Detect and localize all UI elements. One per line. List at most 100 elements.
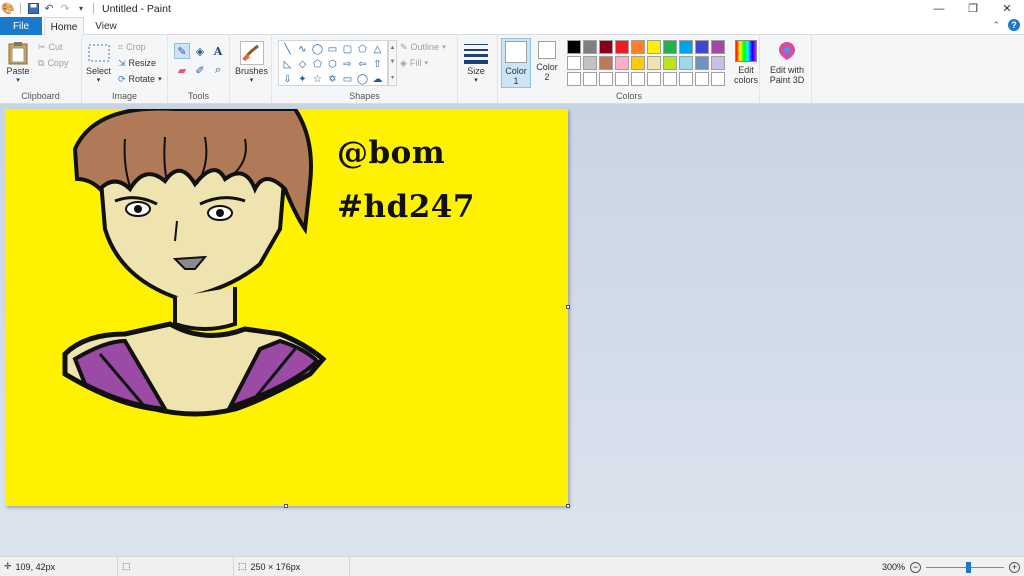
color-swatch[interactable] xyxy=(647,72,661,86)
callout-rectangle-shape-icon[interactable]: ▭ xyxy=(340,72,355,87)
text-icon[interactable]: A xyxy=(210,43,226,59)
color-swatch[interactable] xyxy=(711,56,725,70)
color-swatch[interactable] xyxy=(695,40,709,54)
polygon-shape-icon[interactable]: ⬠ xyxy=(355,42,370,57)
curve-shape-icon[interactable]: ∿ xyxy=(295,42,310,57)
color-swatch[interactable] xyxy=(631,56,645,70)
customize-qat-icon[interactable]: ▾ xyxy=(75,3,87,15)
color-swatch[interactable] xyxy=(567,40,581,54)
color-swatch[interactable] xyxy=(583,56,597,70)
tab-view[interactable]: View xyxy=(88,17,124,35)
cut-button[interactable]: ✂ Cut xyxy=(38,40,63,54)
magnifier-icon[interactable]: ⌕ xyxy=(210,62,226,78)
minimize-icon[interactable]: — xyxy=(922,0,956,17)
expand-gallery-icon[interactable]: ▾ xyxy=(391,74,394,81)
left-arrow-shape-icon[interactable]: ⇦ xyxy=(355,57,370,72)
color1-button[interactable]: Color 1 xyxy=(501,38,531,88)
collapse-ribbon-icon[interactable]: ⌃ xyxy=(992,20,1000,31)
pentagon-shape-icon[interactable]: ⬠ xyxy=(310,57,325,72)
color-swatch[interactable] xyxy=(679,40,693,54)
pencil-icon[interactable]: ✎ xyxy=(174,43,190,59)
drawing-canvas[interactable]: @bom #hd247 xyxy=(5,109,568,506)
close-icon[interactable]: ✕ xyxy=(990,0,1024,17)
undo-icon[interactable]: ↶ xyxy=(43,3,55,15)
oval-shape-icon[interactable]: ◯ xyxy=(310,42,325,57)
color-swatch[interactable] xyxy=(599,72,613,86)
tab-home[interactable]: Home xyxy=(44,17,84,36)
six-point-star-shape-icon[interactable]: ✡ xyxy=(325,72,340,87)
triangle-shape-icon[interactable]: △ xyxy=(370,42,385,57)
color-swatch[interactable] xyxy=(711,72,725,86)
color-swatch[interactable] xyxy=(583,72,597,86)
color-swatch[interactable] xyxy=(599,40,613,54)
rounded-rectangle-shape-icon[interactable]: ▢ xyxy=(340,42,355,57)
color-picker-icon[interactable]: ✐ xyxy=(192,62,208,78)
fill-button[interactable]: ◈ Fill ▾ xyxy=(400,56,428,70)
restore-icon[interactable]: ❐ xyxy=(956,0,990,17)
callout-cloud-shape-icon[interactable]: ☁ xyxy=(370,72,385,87)
tab-file[interactable]: File xyxy=(0,17,42,35)
scroll-down-icon[interactable]: ▼ xyxy=(390,59,396,65)
color-swatch[interactable] xyxy=(679,72,693,86)
up-arrow-shape-icon[interactable]: ⇧ xyxy=(370,57,385,72)
color-swatch[interactable] xyxy=(631,72,645,86)
paint-app-icon[interactable]: 🎨 xyxy=(1,3,15,15)
color-swatch[interactable] xyxy=(695,72,709,86)
resize-button[interactable]: ⇲ Resize xyxy=(118,56,156,70)
resize-handle-corner[interactable] xyxy=(566,504,570,508)
color-swatch[interactable] xyxy=(663,40,677,54)
color-swatch[interactable] xyxy=(631,40,645,54)
scroll-up-icon[interactable]: ▲ xyxy=(390,45,396,51)
redo-icon[interactable]: ↷ xyxy=(59,3,71,15)
right-triangle-shape-icon[interactable]: ◺ xyxy=(280,57,295,72)
color-swatch[interactable] xyxy=(599,56,613,70)
color-swatch[interactable] xyxy=(711,40,725,54)
color-swatch[interactable] xyxy=(647,56,661,70)
color-swatch[interactable] xyxy=(663,72,677,86)
edit-paint3d-button[interactable]: Edit with Paint 3D xyxy=(764,40,810,85)
rotate-button[interactable]: ⟳ Rotate ▾ xyxy=(118,72,162,86)
crop-button[interactable]: ⌗ Crop xyxy=(118,40,146,54)
color-swatch[interactable] xyxy=(615,40,629,54)
size-button[interactable]: Size ▾ xyxy=(464,40,488,84)
resize-handle-bottom[interactable] xyxy=(284,504,288,508)
rectangle-shape-icon[interactable]: ▭ xyxy=(325,42,340,57)
copy-button[interactable]: ⧉ Copy xyxy=(38,56,68,70)
diamond-shape-icon[interactable]: ◇ xyxy=(295,57,310,72)
five-point-star-shape-icon[interactable]: ☆ xyxy=(310,72,325,87)
callout-oval-shape-icon[interactable]: ◯ xyxy=(355,72,370,87)
resize-handle-right[interactable] xyxy=(566,305,570,309)
down-arrow-shape-icon[interactable]: ⇩ xyxy=(280,72,295,87)
shapes-scroll[interactable]: ▲ ▼ ▾ xyxy=(388,40,397,86)
four-point-star-shape-icon[interactable]: ✦ xyxy=(295,72,310,87)
brushes-button[interactable]: Brushes ▾ xyxy=(235,40,268,84)
zoom-out-icon[interactable]: − xyxy=(910,561,921,573)
hexagon-shape-icon[interactable]: ⬡ xyxy=(325,57,340,72)
edit-colors-button[interactable]: Edit colors xyxy=(732,40,760,85)
line-shape-icon[interactable]: ╲ xyxy=(280,42,295,57)
color-swatch[interactable] xyxy=(695,56,709,70)
color-swatch[interactable] xyxy=(567,56,581,70)
color-swatch[interactable] xyxy=(583,40,597,54)
color-swatch[interactable] xyxy=(615,56,629,70)
select-button[interactable]: Select ▾ xyxy=(86,40,111,84)
eraser-icon[interactable]: ▰ xyxy=(174,62,190,78)
color-swatch[interactable] xyxy=(679,56,693,70)
paste-button[interactable]: Paste ▾ xyxy=(6,40,30,84)
color2-button[interactable]: Color 2 xyxy=(534,41,560,82)
fill-bucket-icon[interactable]: ◈ xyxy=(192,43,208,59)
right-arrow-shape-icon[interactable]: ⇨ xyxy=(340,57,355,72)
color-swatch[interactable] xyxy=(615,72,629,86)
save-icon[interactable] xyxy=(27,3,39,15)
canvas-text-handle: @bom xyxy=(337,135,446,171)
color-swatch[interactable] xyxy=(567,72,581,86)
help-icon[interactable]: ? xyxy=(1008,19,1020,31)
color-swatch[interactable] xyxy=(663,56,677,70)
zoom-slider-thumb[interactable] xyxy=(966,561,972,573)
outline-button[interactable]: ✎ Outline ▾ xyxy=(400,40,446,54)
divider xyxy=(93,3,94,14)
zoom-in-icon[interactable]: + xyxy=(1009,561,1020,573)
zoom-slider[interactable] xyxy=(926,561,1004,573)
color-swatch[interactable] xyxy=(647,40,661,54)
canvas-workspace[interactable]: @bom #hd247 xyxy=(0,104,1024,556)
